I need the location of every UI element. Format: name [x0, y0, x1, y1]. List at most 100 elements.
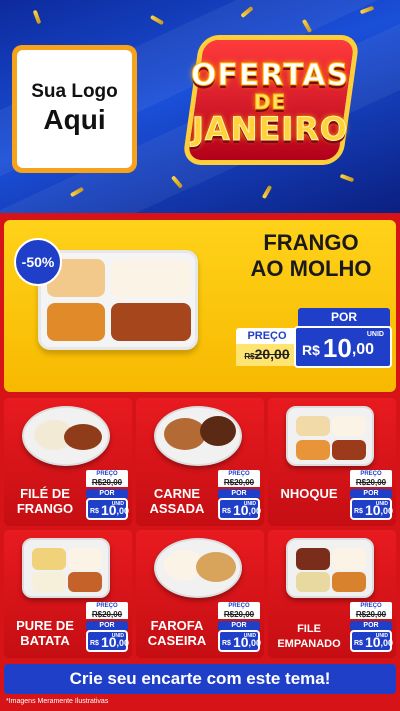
product-image: [286, 538, 374, 598]
product-card[interactable]: FAROFA CASEIRA PREÇO R$20,00 POR R$ 10,00…: [136, 530, 264, 658]
price-cents: ,00: [351, 341, 375, 358]
price-currency: R$: [90, 640, 99, 647]
product-name: FILE EMPANADO: [272, 622, 346, 652]
current-price: R$ 10,00 UNID: [350, 498, 394, 520]
price-cents: ,00: [116, 638, 130, 648]
por-label: POR: [218, 489, 260, 498]
old-price: R$20,00: [218, 478, 260, 487]
product-name: CARNE ASSADA: [140, 486, 214, 516]
product-name-line2: BATATA: [20, 633, 70, 648]
featured-price-row: PREÇO R$20,00 R$ 10 ,00 UNID: [236, 326, 392, 370]
old-price: R$20,00: [350, 478, 392, 487]
product-price-tag: PREÇO R$20,00 POR R$ 10,00 UNID: [218, 602, 262, 652]
price-unit: UNID: [375, 633, 388, 639]
food-compartment: [332, 572, 366, 592]
old-price: R$20,00: [218, 610, 260, 619]
price-currency: R$: [354, 508, 363, 515]
current-price: R$ 10,00 UNID: [350, 630, 394, 652]
food-compartment: [296, 416, 330, 436]
price-unit: UNID: [111, 501, 124, 507]
food-compartment: [332, 440, 366, 460]
price-unit: UNID: [375, 501, 388, 507]
price-currency: R$: [354, 640, 363, 647]
price-unit: UNID: [366, 331, 384, 338]
product-image: [154, 538, 242, 598]
food-compartment: [296, 572, 330, 592]
featured-name-line1: FRANGO: [263, 230, 359, 255]
featured-name-line2: AO MOLHO: [250, 256, 372, 281]
confetti-decoration: [339, 173, 355, 183]
featured-product-image: [38, 250, 198, 350]
product-image: [154, 406, 242, 466]
product-name-line2: EMPANADO: [277, 638, 341, 650]
food-compartment: [47, 303, 105, 341]
por-label: POR: [218, 621, 260, 630]
food-compartment: [68, 548, 102, 570]
featured-product-name: FRANGO AO MOLHO: [236, 230, 386, 282]
confetti-decoration: [149, 14, 165, 26]
confetti-decoration: [32, 9, 42, 25]
product-price-tag: PREÇO R$20,00 POR R$ 10,00 UNID: [350, 470, 394, 520]
product-price-tag: PREÇO R$20,00 POR R$ 10,00 UNID: [350, 602, 394, 652]
create-flyer-button[interactable]: Crie seu encarte com este tema!: [4, 664, 396, 694]
product-image: [22, 406, 110, 466]
product-card[interactable]: FILE EMPANADO PREÇO R$20,00 POR R$ 10,00 …: [268, 530, 396, 658]
featured-price-tag: POR PREÇO R$20,00 R$ 10 ,00 UNID: [236, 308, 392, 370]
food-compartment: [32, 548, 66, 570]
price-cents: ,00: [116, 506, 130, 516]
price-cents: ,00: [380, 506, 394, 516]
food-compartment: [332, 548, 366, 570]
product-name-line2: CASEIRA: [147, 633, 207, 648]
por-label: POR: [86, 489, 128, 498]
title-badge: OFERTAS DE JANEIRO: [156, 40, 384, 162]
preco-label: PREÇO: [350, 470, 392, 478]
product-card[interactable]: NHOQUE PREÇO R$20,00 POR R$ 10,00 UNID: [268, 398, 396, 526]
food-meat: [64, 424, 102, 450]
logo-inner: Sua Logo Aqui: [17, 50, 132, 168]
food-compartment: [111, 259, 191, 297]
food-farofa: [196, 552, 236, 582]
product-price-tag: PREÇO R$20,00 POR R$ 10,00 UNID: [86, 602, 130, 652]
price-cents: ,00: [248, 638, 262, 648]
product-name-line2: ASSADA: [149, 501, 205, 516]
food-compartment: [332, 416, 366, 436]
preco-label: PREÇO: [86, 602, 128, 610]
logo-placeholder[interactable]: Sua Logo Aqui: [12, 45, 137, 173]
product-image: [286, 406, 374, 466]
old-price: R$20,00: [86, 478, 128, 487]
disclaimer-text: *Imagens Meramente Ilustrativas: [6, 698, 109, 705]
price-integer: 10: [322, 333, 352, 363]
preco-label: PREÇO: [86, 470, 128, 478]
product-grid: FILÉ DE FRANGO PREÇO R$20,00 POR R$ 10,00…: [4, 398, 396, 658]
product-name: PURE DE BATATA: [8, 618, 82, 648]
header-banner: Sua Logo Aqui OFERTAS DE JANEIRO: [0, 0, 400, 213]
price-cents: ,00: [380, 638, 394, 648]
product-price-tag: PREÇO R$20,00 POR R$ 10,00 UNID: [218, 470, 262, 520]
food-compartment: [32, 572, 66, 592]
preco-label: PREÇO: [218, 602, 260, 610]
price-currency: R$: [302, 342, 320, 358]
product-card[interactable]: PURE DE BATATA PREÇO R$20,00 POR R$ 10,00…: [4, 530, 132, 658]
price-unit: UNID: [243, 633, 256, 639]
price-unit: UNID: [111, 633, 124, 639]
product-name-line1: FILÉ DE: [20, 486, 70, 501]
product-name: FAROFA CASEIRA: [140, 618, 214, 648]
old-price: R$20,00: [86, 610, 128, 619]
product-name-line2: FRANGO: [16, 501, 74, 516]
title-line1: OFERTAS: [190, 58, 350, 94]
old-price-block: PREÇO R$20,00: [236, 328, 298, 366]
price-currency: R$: [222, 640, 231, 647]
current-price: R$ 10,00 UNID: [218, 498, 262, 520]
food-compartment: [111, 303, 191, 341]
logo-text-line1: Sua Logo: [31, 81, 118, 102]
logo-text-line2: Aqui: [43, 104, 106, 135]
price-currency: R$: [222, 508, 231, 515]
featured-product[interactable]: -50% FRANGO AO MOLHO POR PREÇO R$20,00 R…: [4, 220, 396, 392]
por-label: POR: [350, 489, 392, 498]
product-card[interactable]: CARNE ASSADA PREÇO R$20,00 POR R$ 10,00 U…: [136, 398, 264, 526]
por-label: POR: [298, 308, 390, 326]
price-cents: ,00: [248, 506, 262, 516]
product-card[interactable]: FILÉ DE FRANGO PREÇO R$20,00 POR R$ 10,00…: [4, 398, 132, 526]
food-compartment: [68, 572, 102, 592]
confetti-decoration: [261, 184, 273, 200]
